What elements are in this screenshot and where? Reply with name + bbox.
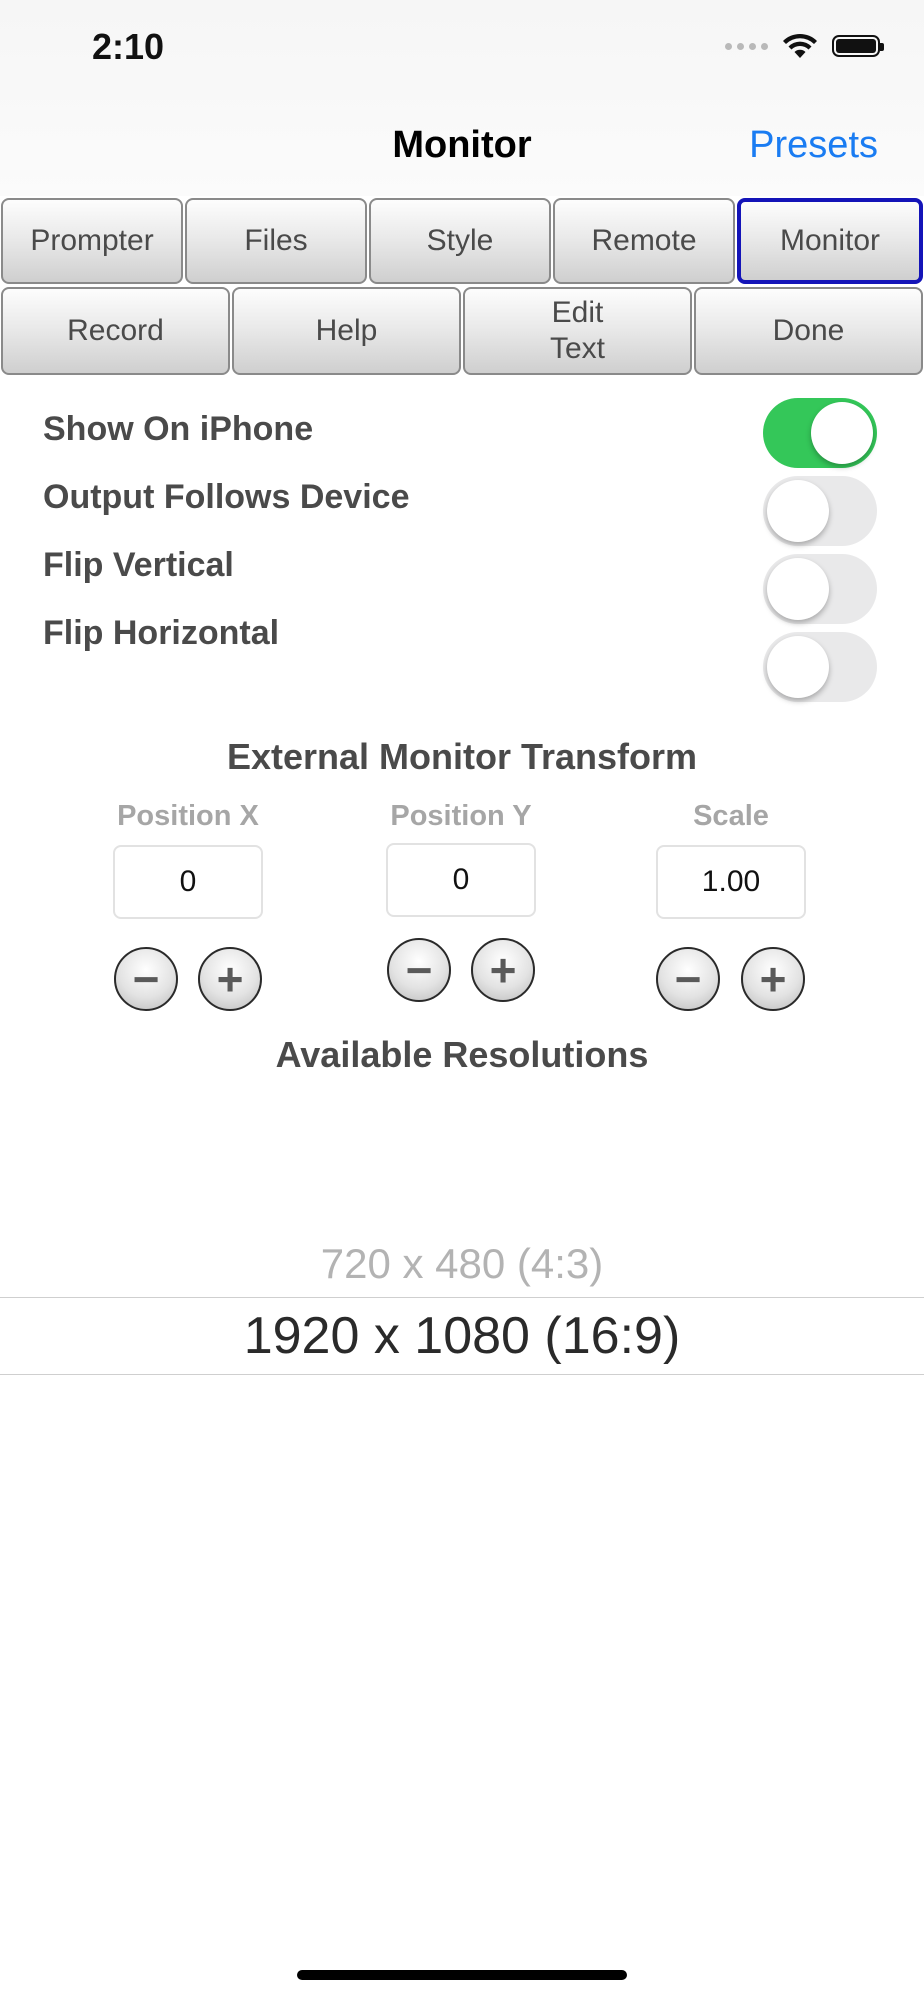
resolution-option-720x480[interactable]: 720 x 480 (4:3) (0, 1240, 924, 1288)
tab-row-primary: Prompter Files Style Remote Monitor (0, 198, 924, 284)
flip-horizontal-label: Flip Horizontal (43, 614, 280, 652)
presets-button[interactable]: Presets (749, 124, 878, 167)
show-on-iphone-toggle[interactable] (763, 398, 877, 468)
position-x-decrement-button[interactable]: − (114, 947, 178, 1011)
tab-record[interactable]: Record (1, 287, 230, 375)
position-x-label: Position X (117, 800, 259, 832)
plus-icon: + (216, 953, 244, 1005)
status-icons (725, 32, 884, 60)
tab-done[interactable]: Done (694, 287, 923, 375)
plus-icon: + (489, 944, 517, 996)
tab-help[interactable]: Help (232, 287, 461, 375)
available-resolutions-heading: Available Resolutions (275, 1034, 649, 1075)
output-follows-device-toggle[interactable] (763, 476, 877, 546)
home-indicator (297, 1970, 627, 1980)
cellular-signal-icon (725, 42, 768, 50)
status-time: 2:10 (92, 26, 165, 67)
flip-vertical-toggle[interactable] (763, 554, 877, 624)
tab-row-secondary: Record Help Edit Text Done (0, 287, 924, 375)
flip-vertical-label: Flip Vertical (43, 546, 234, 584)
picker-selection-bottom-line (0, 1374, 924, 1375)
tab-prompter[interactable]: Prompter (1, 198, 183, 284)
scale-field[interactable]: 1.00 (656, 845, 806, 919)
scale-increment-button[interactable]: + (741, 947, 805, 1011)
position-x-increment-button[interactable]: + (198, 947, 262, 1011)
tab-remote[interactable]: Remote (553, 198, 735, 284)
picker-selection-top-line (0, 1297, 924, 1298)
scale-label: Scale (693, 800, 769, 832)
minus-icon: − (132, 953, 160, 1005)
toggle-knob (767, 636, 829, 698)
screen: 2:10 Monitor Presets Prompter Files Styl… (0, 0, 924, 2000)
resolution-option-1920x1080[interactable]: 1920 x 1080 (16:9) (0, 1306, 924, 1366)
wifi-icon (783, 33, 817, 58)
position-y-increment-button[interactable]: + (471, 938, 535, 1002)
position-y-field[interactable]: 0 (386, 843, 536, 917)
toggle-knob (767, 480, 829, 542)
plus-icon: + (759, 953, 787, 1005)
flip-horizontal-toggle[interactable] (763, 632, 877, 702)
position-x-field[interactable]: 0 (113, 845, 263, 919)
tab-files[interactable]: Files (185, 198, 367, 284)
minus-icon: − (405, 944, 433, 996)
toggle-knob (811, 402, 873, 464)
tab-monitor[interactable]: Monitor (737, 198, 923, 284)
external-monitor-transform-heading: External Monitor Transform (226, 736, 698, 777)
tab-style[interactable]: Style (369, 198, 551, 284)
position-y-label: Position Y (390, 800, 532, 832)
battery-icon (832, 35, 884, 57)
toggle-knob (767, 558, 829, 620)
output-follows-device-label: Output Follows Device (43, 478, 410, 516)
minus-icon: − (674, 953, 702, 1005)
tab-edit-text[interactable]: Edit Text (463, 287, 692, 375)
navigation-bar: 2:10 Monitor Presets (0, 0, 924, 196)
position-y-decrement-button[interactable]: − (387, 938, 451, 1002)
scale-decrement-button[interactable]: − (656, 947, 720, 1011)
show-on-iphone-label: Show On iPhone (43, 410, 314, 448)
